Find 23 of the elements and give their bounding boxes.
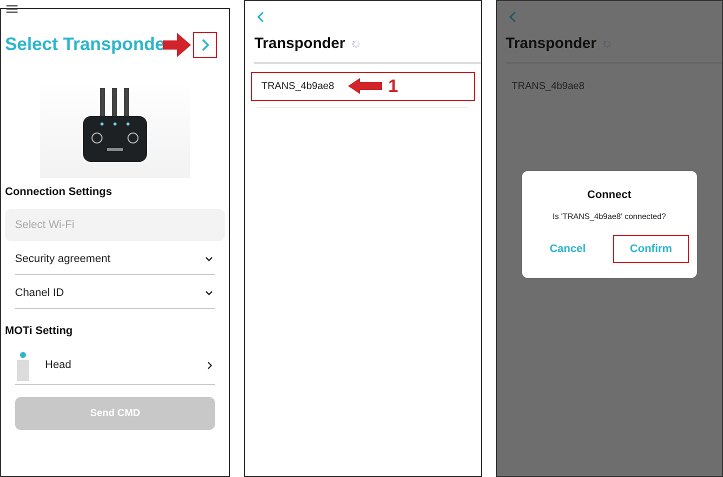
transponder-name: TRANS_4b9ae8: [261, 80, 334, 94]
menu-icon[interactable]: [6, 5, 18, 13]
dropdown-label: Chanel ID: [15, 286, 64, 301]
transponder-name: TRANS_4b9ae8: [512, 80, 584, 94]
step-number: 1: [388, 74, 398, 98]
screen-title: Transponder: [506, 34, 596, 54]
body-part-label: Head: [45, 358, 72, 374]
dropdown-field[interactable]: Chanel ID: [15, 278, 216, 308]
arrow-right-icon: [163, 32, 192, 58]
next-button[interactable]: [193, 32, 218, 58]
wifi-input-field[interactable]: Select Wi-Fi: [5, 208, 226, 240]
screen-title: Transponder: [254, 34, 346, 54]
section-heading: MOTi Setting: [5, 324, 74, 338]
dropdown-field[interactable]: Security agreement: [15, 244, 216, 274]
dialog-message: Is 'TRANS_4b9ae8' connected?: [552, 211, 666, 223]
body-silhouette-icon: [15, 350, 31, 380]
dropdown-label: Security agreement: [15, 252, 110, 267]
section-heading: Connection Settings: [5, 185, 113, 200]
arrow-left-icon: [348, 78, 382, 94]
body-part-row[interactable]: Head: [15, 347, 216, 385]
dialog-title: Connect: [587, 188, 632, 202]
screen-title: Select Transponde: [5, 33, 166, 56]
transponder-list-item[interactable]: TRANS_4b9ae8 1: [251, 72, 475, 100]
